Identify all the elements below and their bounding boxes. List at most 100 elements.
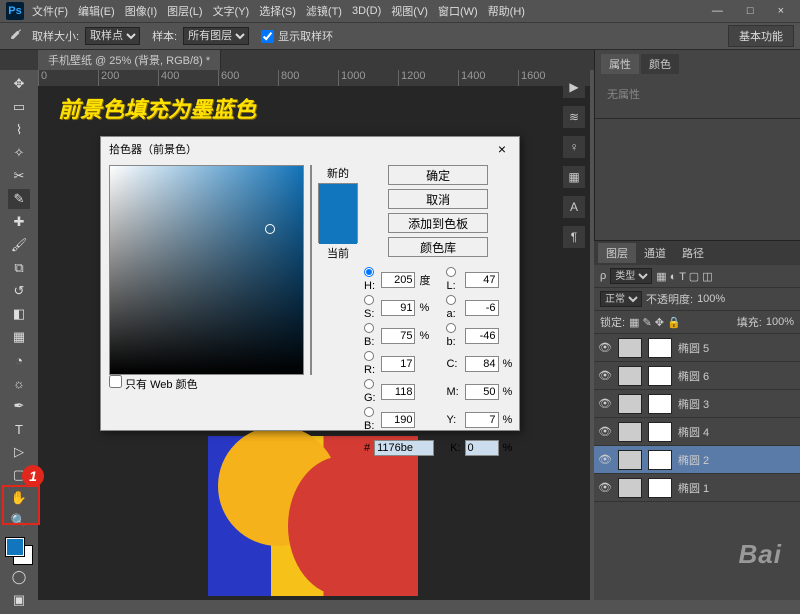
ok-button[interactable]: 确定 <box>388 165 488 185</box>
visibility-icon[interactable]: 👁 <box>598 425 612 438</box>
menu-filter[interactable]: 滤镜(T) <box>306 3 342 19</box>
color-field[interactable] <box>109 165 304 375</box>
l-input[interactable] <box>465 272 499 288</box>
sample-size-select[interactable]: 取样点 <box>85 27 140 45</box>
para-icon[interactable]: ¶ <box>563 226 585 248</box>
menu-file[interactable]: 文件(F) <box>32 3 68 19</box>
eraser-tool[interactable]: ◧ <box>8 304 30 324</box>
history-brush-tool[interactable]: ↺ <box>8 281 30 301</box>
web-only-checkbox[interactable] <box>109 375 122 388</box>
bc-input[interactable] <box>381 412 415 428</box>
menu-window[interactable]: 窗口(W) <box>438 3 478 19</box>
a-radio[interactable] <box>446 295 456 305</box>
dodge-tool[interactable]: ☼ <box>8 373 30 393</box>
layers-tab[interactable]: 图层 <box>598 243 636 263</box>
b-input[interactable] <box>381 328 415 344</box>
visibility-icon[interactable]: 👁 <box>598 397 612 410</box>
k-input[interactable] <box>465 440 499 456</box>
layer-row[interactable]: 👁椭圆 6 <box>594 362 800 390</box>
lab-b-radio[interactable] <box>446 323 456 333</box>
pen-tool[interactable]: ✒ <box>8 396 30 416</box>
annotation-highlight <box>2 485 40 525</box>
menu-edit[interactable]: 编辑(E) <box>78 3 115 19</box>
opacity-value[interactable]: 100% <box>697 293 725 305</box>
layer-row[interactable]: 👁 椭圆 4 <box>594 418 800 446</box>
layer-row[interactable]: 👁椭圆 5 <box>594 334 800 362</box>
document-tab[interactable]: 手机壁纸 @ 25% (背景, RGB/8) * <box>38 50 221 70</box>
menu-3d[interactable]: 3D(D) <box>352 5 381 17</box>
blur-tool[interactable]: ◔ <box>8 350 30 370</box>
layer-kind-select[interactable]: 类型 <box>610 268 652 284</box>
window-close[interactable]: × <box>778 5 784 17</box>
dialog-close-button[interactable]: × <box>493 141 511 157</box>
paths-tab[interactable]: 路径 <box>674 243 712 263</box>
properties-tab[interactable]: 属性 <box>601 54 639 74</box>
add-swatch-button[interactable]: 添加到色板 <box>388 213 488 233</box>
history-icon[interactable]: ≋ <box>563 106 585 128</box>
cancel-button[interactable]: 取消 <box>388 189 488 209</box>
layer-row[interactable]: 👁椭圆 2 <box>594 446 800 474</box>
path-tool[interactable]: ▷ <box>8 442 30 462</box>
marquee-tool[interactable]: ▭ <box>8 97 30 117</box>
brush-panel-icon[interactable]: ♀ <box>563 136 585 158</box>
s-input[interactable] <box>381 300 415 316</box>
hex-input[interactable] <box>374 440 434 456</box>
g-radio[interactable] <box>364 379 374 389</box>
quickmask-tool[interactable]: ◯ <box>8 567 30 587</box>
brush-tool[interactable]: 🖌 <box>8 235 30 255</box>
show-ring-checkbox[interactable] <box>261 30 274 43</box>
workspace-button[interactable]: 基本功能 <box>728 25 794 47</box>
r-input[interactable] <box>381 356 415 372</box>
color-library-button[interactable]: 颜色库 <box>388 237 488 257</box>
menu-image[interactable]: 图像(I) <box>125 3 157 19</box>
gradient-tool[interactable]: ▦ <box>8 327 30 347</box>
h-radio[interactable] <box>364 267 374 277</box>
crop-tool[interactable]: ✂ <box>8 166 30 186</box>
hue-slider[interactable] <box>310 165 312 375</box>
menu-help[interactable]: 帮助(H) <box>488 3 525 19</box>
visibility-icon[interactable]: 👁 <box>598 341 612 354</box>
window-minimize[interactable]: — <box>712 5 723 17</box>
sample-select[interactable]: 所有图层 <box>183 27 249 45</box>
y-input[interactable] <box>465 412 499 428</box>
swatches-icon[interactable]: ▦ <box>563 166 585 188</box>
r-radio[interactable] <box>364 351 374 361</box>
m-input[interactable] <box>465 384 499 400</box>
move-tool[interactable]: ✥ <box>8 74 30 94</box>
channels-tab[interactable]: 通道 <box>636 243 674 263</box>
screenmode-tool[interactable]: ▣ <box>8 590 30 610</box>
layer-row[interactable]: 👁椭圆 1 <box>594 474 800 502</box>
play-icon[interactable]: ▶ <box>563 76 585 98</box>
c-input[interactable] <box>465 356 499 372</box>
h-input[interactable] <box>381 272 415 288</box>
stamp-tool[interactable]: ⧉ <box>8 258 30 278</box>
eyedropper-tool[interactable]: ✎ <box>8 189 30 209</box>
color-tab[interactable]: 颜色 <box>641 54 679 74</box>
menu-type[interactable]: 文字(Y) <box>213 3 250 19</box>
visibility-icon[interactable]: 👁 <box>598 369 612 382</box>
s-radio[interactable] <box>364 295 374 305</box>
fill-value[interactable]: 100% <box>766 316 794 328</box>
menu-layer[interactable]: 图层(L) <box>167 3 202 19</box>
a-input[interactable] <box>465 300 499 316</box>
menu-view[interactable]: 视图(V) <box>391 3 428 19</box>
lab-b-input[interactable] <box>465 328 499 344</box>
layer-row[interactable]: 👁椭圆 3 <box>594 390 800 418</box>
b-radio[interactable] <box>364 323 374 333</box>
color-swatch[interactable] <box>6 538 32 564</box>
type-tool[interactable]: T <box>8 419 30 439</box>
visibility-icon[interactable]: 👁 <box>598 453 612 466</box>
menu-select[interactable]: 选择(S) <box>259 3 296 19</box>
char-icon[interactable]: A <box>563 196 585 218</box>
window-maximize[interactable]: □ <box>747 5 754 17</box>
wand-tool[interactable]: ✧ <box>8 143 30 163</box>
blend-mode-select[interactable]: 正常 <box>600 291 642 307</box>
layer-name: 椭圆 4 <box>678 424 709 440</box>
heal-tool[interactable]: ✚ <box>8 212 30 232</box>
bc-radio[interactable] <box>364 407 374 417</box>
l-radio[interactable] <box>446 267 456 277</box>
g-input[interactable] <box>381 384 415 400</box>
lasso-tool[interactable]: ⌇ <box>8 120 30 140</box>
visibility-icon[interactable]: 👁 <box>598 481 612 494</box>
foreground-color[interactable] <box>6 538 24 556</box>
